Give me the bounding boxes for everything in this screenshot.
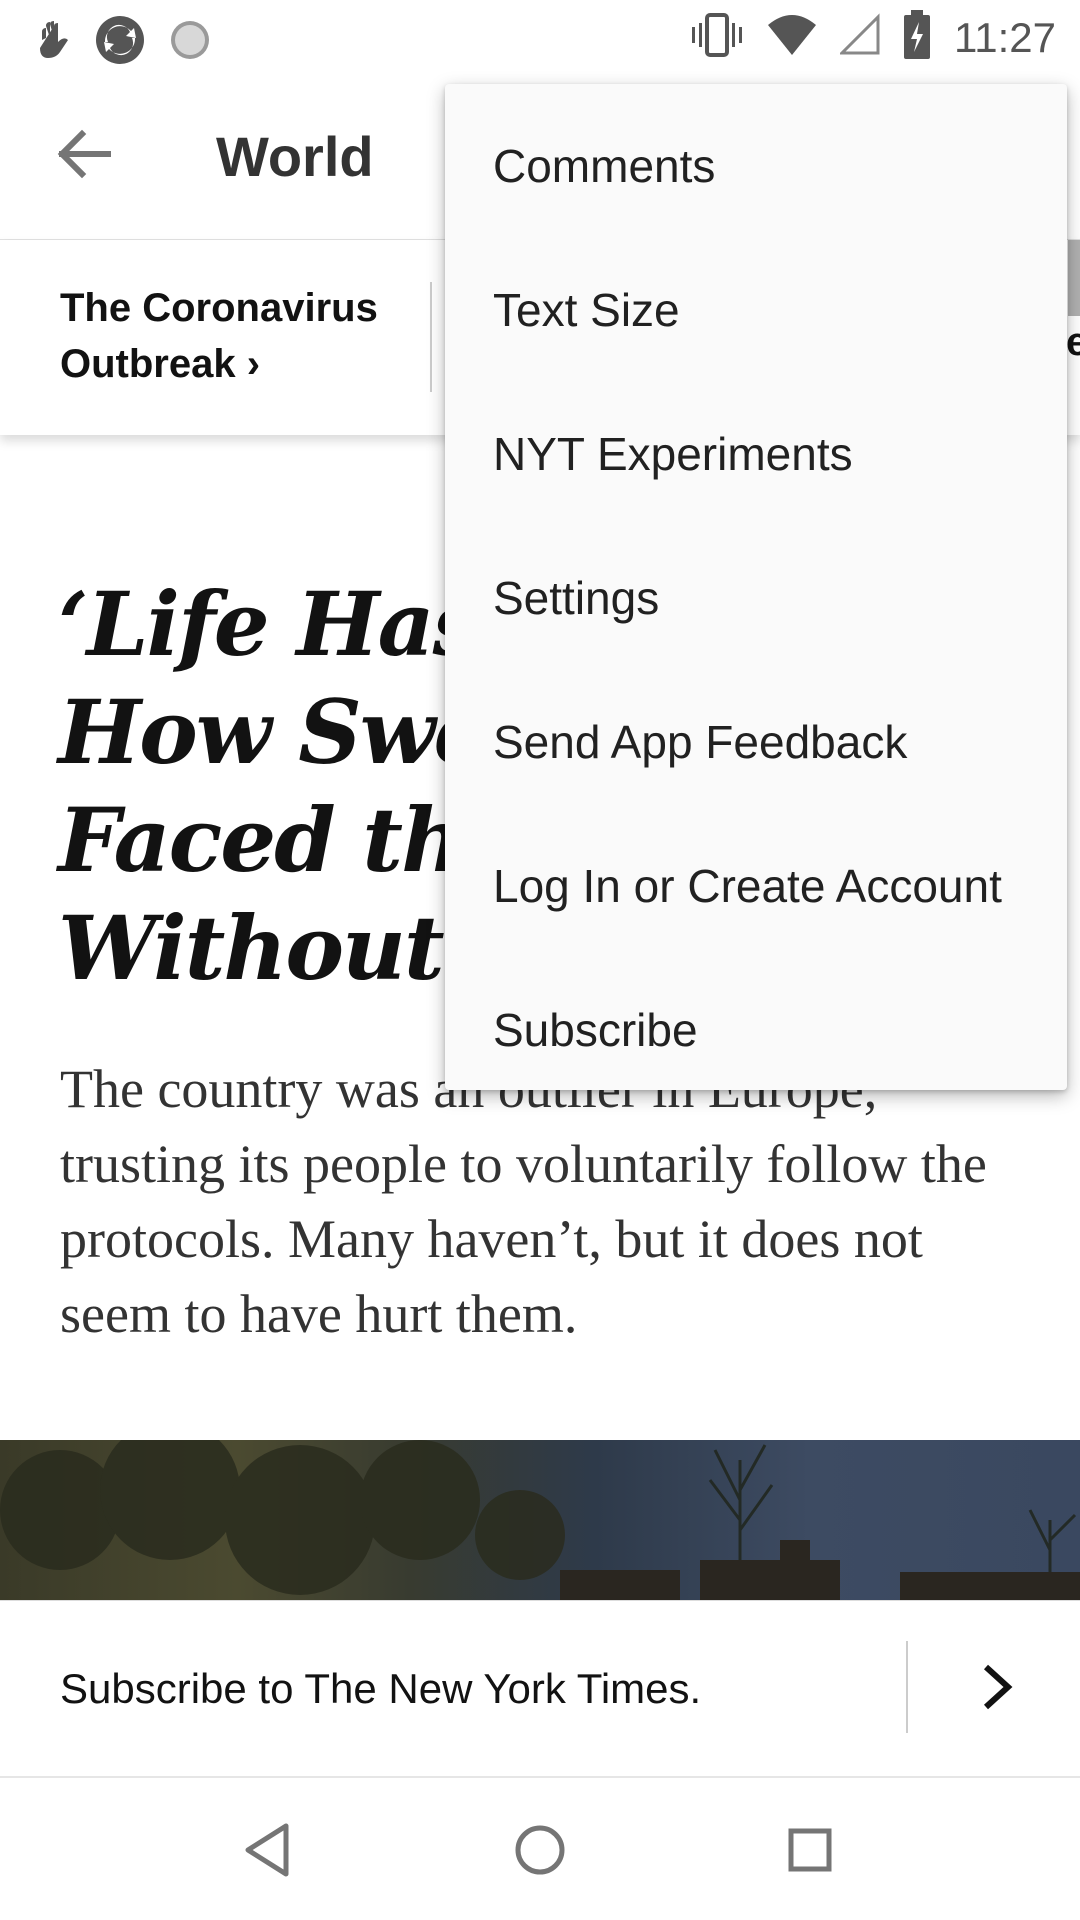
banner-divider bbox=[906, 1641, 908, 1733]
wifi-icon bbox=[766, 13, 818, 62]
scroll-indicator bbox=[1068, 240, 1080, 316]
menu-item-nyt-experiments[interactable]: NYT Experiments bbox=[445, 382, 1067, 526]
page-title: World bbox=[216, 125, 374, 188]
section-link-coronavirus[interactable]: The Coronavirus Outbreak › bbox=[60, 280, 400, 392]
chevron-right-icon bbox=[983, 1664, 1013, 1710]
menu-item-text-size[interactable]: Text Size bbox=[445, 238, 1067, 382]
sync-icon bbox=[94, 14, 146, 71]
arrow-left-icon bbox=[57, 129, 111, 179]
menu-item-subscribe[interactable]: Subscribe bbox=[445, 958, 1067, 1102]
system-nav-bar bbox=[0, 1780, 1080, 1920]
menu-item-settings[interactable]: Settings bbox=[445, 526, 1067, 670]
recents-square-icon bbox=[788, 1828, 832, 1872]
subscribe-banner-text[interactable]: Subscribe to The New York Times. bbox=[60, 1665, 701, 1713]
nav-recents-button[interactable] bbox=[778, 1818, 842, 1882]
nav-back-button[interactable] bbox=[238, 1818, 302, 1882]
section-peek-text[interactable]: e bbox=[1066, 320, 1080, 365]
section-divider bbox=[430, 282, 432, 392]
hand-icon bbox=[36, 18, 72, 67]
status-time: 11:27 bbox=[954, 13, 1056, 61]
battery-charging-icon bbox=[902, 10, 932, 65]
overflow-menu: Comments Text Size NYT Experiments Setti… bbox=[445, 84, 1067, 1090]
vibrate-icon bbox=[690, 11, 744, 64]
status-bar: 11:27 bbox=[0, 0, 1080, 72]
status-right-icons: 11:27 bbox=[690, 10, 1056, 65]
back-triangle-icon bbox=[245, 1823, 289, 1877]
menu-item-send-app-feedback[interactable]: Send App Feedback bbox=[445, 670, 1067, 814]
subscribe-banner[interactable]: Subscribe to The New York Times. bbox=[0, 1600, 1080, 1778]
back-button[interactable] bbox=[52, 122, 116, 186]
signal-icon bbox=[838, 13, 880, 62]
article-image[interactable] bbox=[0, 1440, 1080, 1600]
menu-item-comments[interactable]: Comments bbox=[445, 94, 1067, 238]
nav-home-button[interactable] bbox=[508, 1818, 572, 1882]
loading-icon bbox=[168, 18, 212, 67]
status-left-icons bbox=[36, 14, 212, 71]
subscribe-arrow-button[interactable] bbox=[966, 1657, 1026, 1717]
home-circle-icon bbox=[515, 1825, 565, 1875]
menu-item-log-in[interactable]: Log In or Create Account bbox=[445, 814, 1067, 958]
